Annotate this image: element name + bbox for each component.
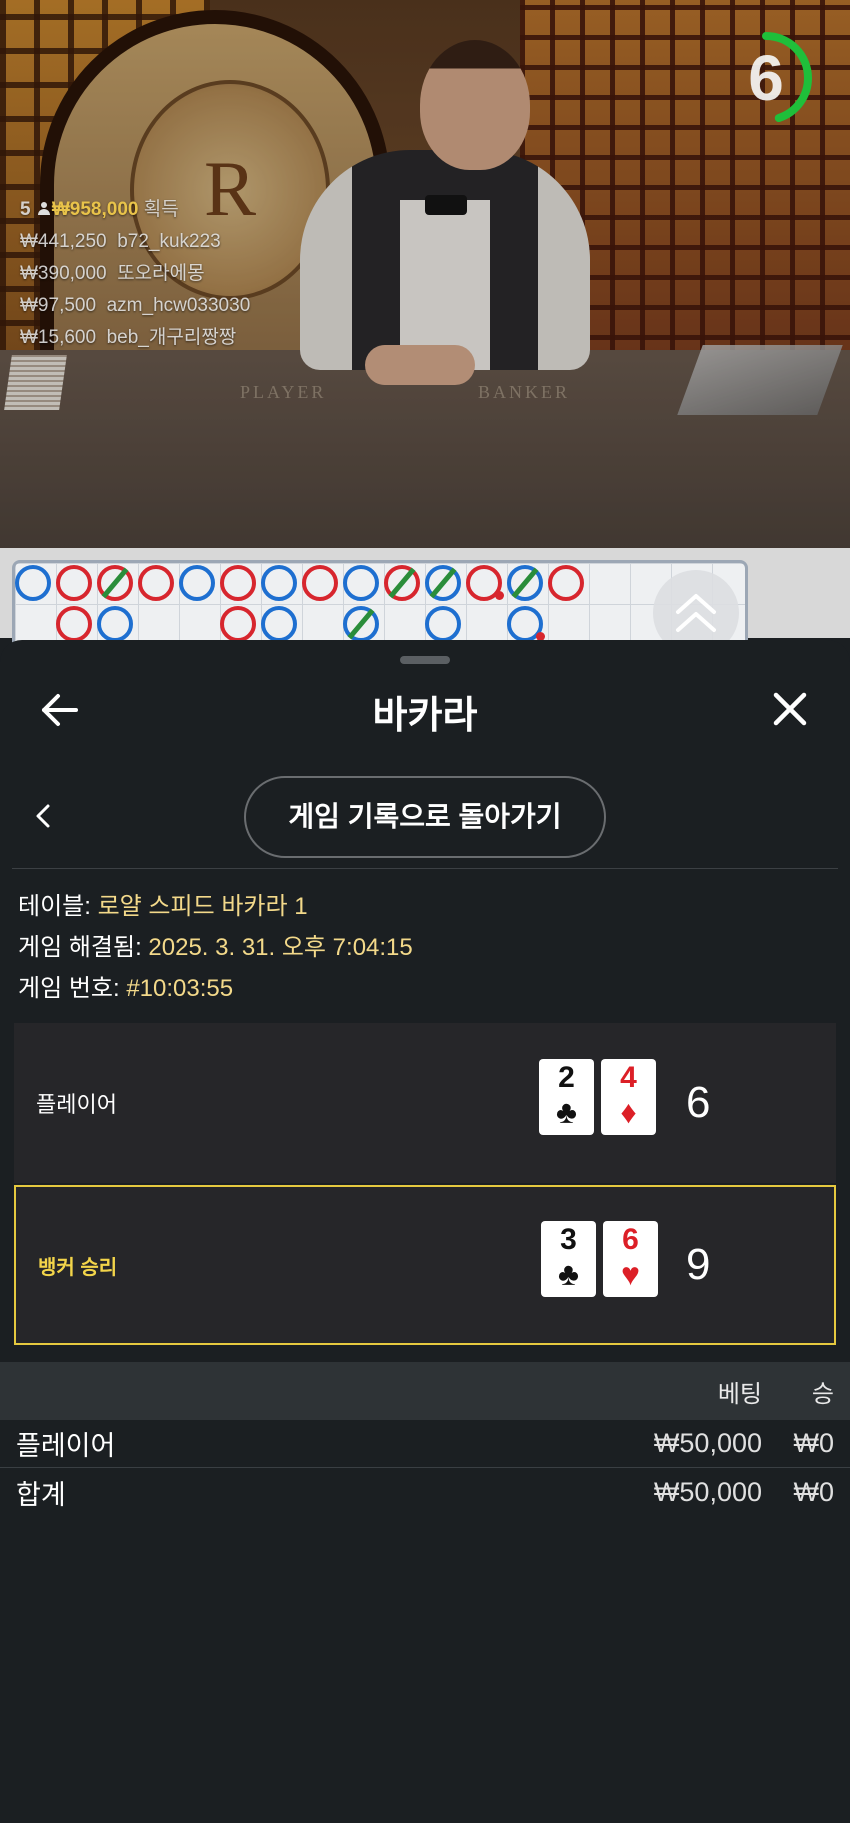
club-suit-icon: ♣ <box>556 1094 577 1130</box>
playing-card: 4 ♦ <box>601 1059 656 1135</box>
bead-player <box>261 606 297 642</box>
banker-cards: 3 ♣ 6 ♥ <box>541 1221 665 1299</box>
bead-player <box>425 606 461 642</box>
player-cards: 2 ♣ 4 ♦ <box>539 1059 663 1137</box>
game-number-value: #10:03:55 <box>126 975 234 1002</box>
resolved-info: 게임 해결됨: 2025. 3. 31. 오후 7:04:15 <box>18 927 413 962</box>
heart-suit-icon: ♥ <box>621 1256 640 1292</box>
winner-amount: ₩390,000 <box>20 263 107 284</box>
total-bet-amount: ₩50,000 <box>653 1476 762 1507</box>
close-button[interactable] <box>768 687 812 731</box>
card-rank: 4 <box>620 1061 637 1094</box>
live-video: R PLAYER BANKER 6 5 ₩958,000 획득 ₩441,250 <box>0 0 850 548</box>
winner-entry: ₩441,250 b72_kuk223 <box>20 226 250 258</box>
bead-player <box>261 565 297 601</box>
winner-name: b72_kuk223 <box>117 231 221 252</box>
bead-banker <box>220 606 256 642</box>
winner-name: azm_hcw033030 <box>106 295 251 316</box>
banker-win-label: 뱅커 승리 <box>38 1256 118 1279</box>
bead-player <box>343 565 379 601</box>
winners-summary: 5 ₩958,000 획득 <box>20 194 250 226</box>
bead-player <box>179 565 215 601</box>
playing-card: 3 ♣ <box>541 1221 596 1297</box>
winner-name: beb_개구리짱짱 <box>106 327 237 348</box>
bead-player-tie <box>343 606 379 642</box>
double-chevron-up-icon <box>676 594 716 632</box>
sheet-drag-handle[interactable] <box>400 656 450 664</box>
close-icon <box>773 692 807 726</box>
bead-player <box>15 565 51 601</box>
winner-amount: ₩441,250 <box>20 231 107 252</box>
game-number-label: 게임 번호: <box>18 975 127 1002</box>
bead-road-grid[interactable] <box>12 560 748 650</box>
bets-header-row: 베팅 승 <box>0 1362 850 1420</box>
banker-hand: 뱅커 승리 3 ♣ 6 ♥ 9 <box>14 1185 836 1345</box>
timer-value: 6 <box>748 42 784 114</box>
total-row: 합계 ₩50,000 ₩0 <box>0 1468 850 1516</box>
player-score: 6 <box>686 1078 711 1127</box>
winners-total-suffix: 획득 <box>143 199 179 220</box>
winners-count: 5 <box>20 199 31 220</box>
winners-list: 5 ₩958,000 획득 ₩441,250 b72_kuk223 ₩390,0… <box>20 194 250 354</box>
diamond-suit-icon: ♦ <box>620 1094 637 1130</box>
resolved-value: 2025. 3. 31. 오후 7:04:15 <box>148 934 413 961</box>
bead-banker <box>56 565 92 601</box>
person-icon <box>37 202 50 216</box>
bead-player-tie <box>507 565 543 601</box>
bets-table: 베팅 승 플레이어 ₩50,000 ₩0 합계 ₩50,000 ₩0 <box>0 1362 850 1516</box>
total-win-amount: ₩0 <box>793 1476 835 1507</box>
game-number-info: 게임 번호: #10:03:55 <box>18 968 233 1003</box>
bead-player-tie <box>425 565 461 601</box>
previous-game-button[interactable] <box>32 800 56 832</box>
sheet-title: 바카라 <box>372 695 478 737</box>
back-to-history-button[interactable]: 게임 기록으로 돌아가기 <box>244 776 606 858</box>
bead-banker-tie <box>384 565 420 601</box>
game-history-sheet: 바카라 게임 기록으로 돌아가기 테이블: 로얄 스피드 바카라 1 게임 해결… <box>0 640 850 1823</box>
bead-banker <box>548 565 584 601</box>
winner-entry: ₩15,600 beb_개구리짱짱 <box>20 322 250 354</box>
club-suit-icon: ♣ <box>558 1256 579 1292</box>
table-row: 플레이어 ₩50,000 ₩0 <box>0 1420 850 1468</box>
winner-entry: ₩97,500 azm_hcw033030 <box>20 290 250 322</box>
resolved-label: 게임 해결됨: <box>18 934 149 961</box>
card-rank: 2 <box>558 1061 575 1094</box>
playing-card: 6 ♥ <box>603 1221 658 1297</box>
bead-banker <box>56 606 92 642</box>
bet-amount: ₩50,000 <box>653 1428 762 1458</box>
bead-banker <box>138 565 174 601</box>
bead-banker-pair <box>466 565 504 601</box>
bet-column-header: 베팅 <box>717 1380 762 1408</box>
app-root: R PLAYER BANKER 6 5 ₩958,000 획득 ₩441,250 <box>0 0 850 1823</box>
win-column-header: 승 <box>811 1380 834 1408</box>
divider <box>12 868 838 869</box>
winner-entry: ₩390,000 또오라에몽 <box>20 258 250 290</box>
playing-card: 2 ♣ <box>539 1059 594 1135</box>
winners-total: ₩958,000 <box>51 199 139 220</box>
bead-banker <box>302 565 338 601</box>
table-value: 로얄 스피드 바카라 1 <box>97 893 308 920</box>
bead-player-pair <box>507 606 545 642</box>
table-label: 테이블: <box>18 893 98 920</box>
winner-amount: ₩15,600 <box>20 327 97 348</box>
bet-label: 플레이어 <box>16 1431 116 1461</box>
player-hand-label: 플레이어 <box>36 1092 117 1117</box>
winner-name: 또오라에몽 <box>117 263 205 284</box>
bead-banker <box>220 565 256 601</box>
card-rank: 3 <box>560 1223 577 1256</box>
winner-amount: ₩97,500 <box>20 295 97 316</box>
table-info: 테이블: 로얄 스피드 바카라 1 <box>18 886 308 921</box>
banker-score: 9 <box>686 1240 711 1289</box>
countdown-timer: 6 <box>718 30 814 126</box>
card-rank: 6 <box>622 1223 639 1256</box>
chevron-left-icon <box>36 804 50 828</box>
win-amount: ₩0 <box>793 1428 835 1458</box>
bead-player <box>97 606 133 642</box>
player-hand: 플레이어 2 ♣ 4 ♦ 6 <box>14 1023 836 1183</box>
total-label: 합계 <box>16 1479 66 1510</box>
bead-banker-tie <box>97 565 133 601</box>
